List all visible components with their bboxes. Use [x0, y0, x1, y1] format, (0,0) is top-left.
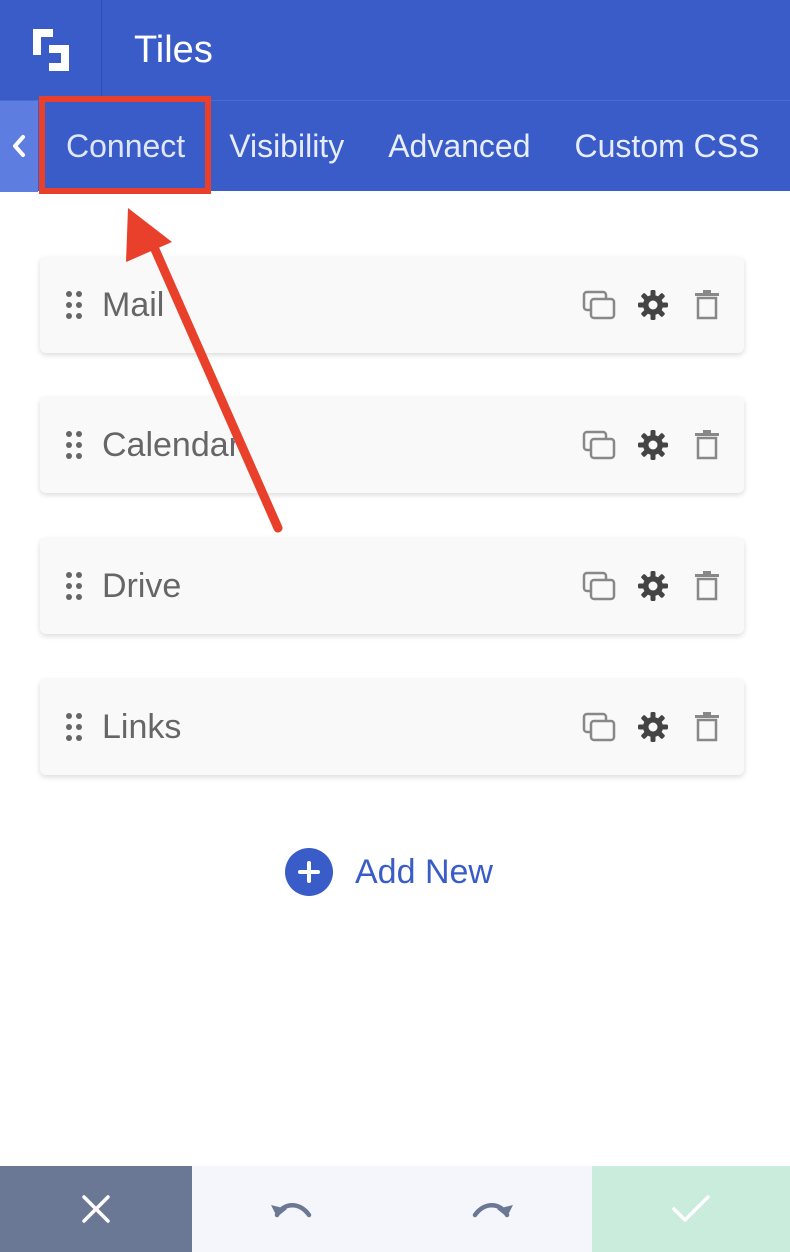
list-item[interactable]: Links — [40, 679, 744, 775]
list-item[interactable]: Drive — [40, 538, 744, 634]
undo-icon — [271, 1203, 312, 1218]
duplicate-icon[interactable] — [582, 288, 616, 322]
tile-label: Calendar — [102, 425, 240, 464]
drag-handle-icon[interactable] — [64, 429, 84, 461]
gear-icon[interactable] — [636, 428, 670, 462]
duplicate-icon[interactable] — [582, 569, 616, 603]
add-new-button[interactable]: Add New — [285, 848, 493, 896]
drag-handle-icon[interactable] — [64, 711, 84, 743]
trash-icon[interactable] — [690, 569, 724, 603]
list-item[interactable]: Mail — [40, 257, 744, 353]
chevron-left-icon — [13, 135, 25, 157]
tab-custom-css[interactable]: Custom CSS — [553, 101, 782, 192]
app-header: Tiles — [0, 0, 790, 100]
redo-icon — [472, 1203, 513, 1218]
check-icon — [672, 1195, 710, 1222]
add-new-label: Add New — [355, 852, 493, 891]
trash-icon[interactable] — [690, 710, 724, 744]
tile-label: Links — [102, 707, 182, 746]
tile-label: Drive — [102, 566, 182, 605]
trash-icon[interactable] — [690, 288, 724, 322]
tabs-back-button[interactable] — [0, 100, 38, 192]
tab-visibility[interactable]: Visibility — [207, 101, 366, 192]
duplicate-icon[interactable] — [582, 710, 616, 744]
trash-icon[interactable] — [690, 428, 724, 462]
undo-button[interactable] — [192, 1166, 392, 1252]
page-title: Tiles — [134, 28, 213, 71]
footer-toolbar — [0, 1166, 790, 1252]
tab-bar: Connect Visibility Advanced Custom CSS — [0, 100, 790, 192]
logo-icon[interactable] — [0, 0, 102, 100]
tile-label: Mail — [102, 285, 165, 324]
gear-icon[interactable] — [636, 710, 670, 744]
tab-connect[interactable]: Connect — [38, 101, 207, 192]
plus-icon — [285, 848, 333, 896]
gear-icon[interactable] — [636, 288, 670, 322]
save-button[interactable] — [592, 1166, 790, 1252]
duplicate-icon[interactable] — [582, 428, 616, 462]
cancel-button[interactable] — [0, 1166, 192, 1252]
tab-advanced[interactable]: Advanced — [366, 101, 552, 192]
list-item[interactable]: Calendar — [40, 397, 744, 493]
redo-button[interactable] — [392, 1166, 592, 1252]
gear-icon[interactable] — [636, 569, 670, 603]
drag-handle-icon[interactable] — [64, 289, 84, 321]
drag-handle-icon[interactable] — [64, 570, 84, 602]
close-icon — [82, 1195, 110, 1223]
